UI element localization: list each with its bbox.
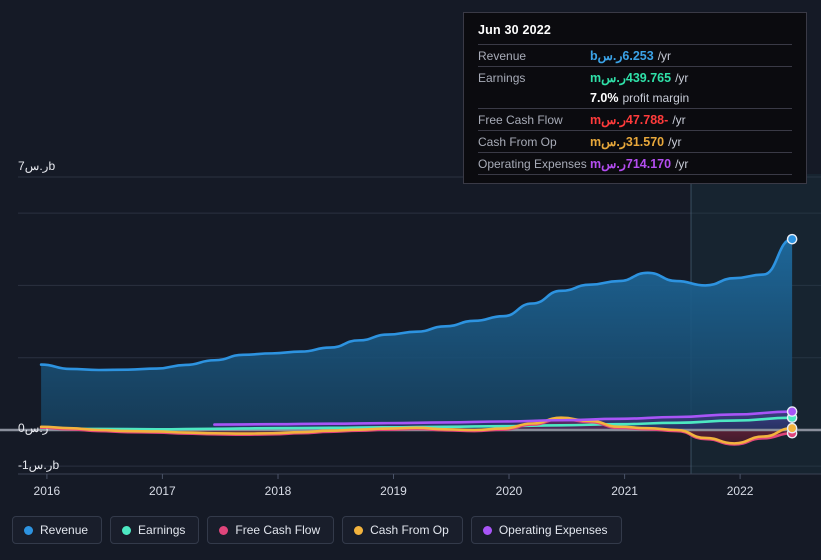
tooltip-bottom-divider (478, 174, 792, 177)
x-axis-label-2022: 2022 (726, 484, 754, 498)
legend-item-revenue[interactable]: Revenue (12, 516, 103, 544)
legend-item-operating-expenses[interactable]: Operating Expenses (470, 516, 622, 544)
tooltip-row: 7.0% profit margin (478, 88, 792, 108)
tooltip-row: Revenue 6.253ر.سb/yr (478, 44, 792, 66)
tooltip-row-value-group: 6.253ر.سb/yr (590, 48, 671, 63)
x-axis-label-2017: 2017 (149, 484, 176, 498)
x-axis-label-2020: 2020 (495, 484, 523, 498)
tooltip-row-value: 439.765ر.سm (590, 71, 672, 85)
y-axis-label-zero: 0ر.س (18, 421, 49, 435)
tooltip-row-value-group: 439.765ر.سm/yr (590, 70, 688, 85)
tooltip-row: Cash From Op 31.570ر.سm/yr (478, 130, 792, 152)
legend-color-dot (482, 525, 492, 535)
tooltip-row: Free Cash Flow -47.788ر.سm/yr (478, 108, 792, 130)
tooltip-row-unit: /yr (668, 135, 682, 149)
y-axis-label-bottom: -1ر.سb (18, 458, 60, 472)
legend-item-label: Revenue (40, 523, 89, 537)
y-axis-label-top: 7ر.سb (18, 159, 56, 173)
tooltip-row-value-group: 31.570ر.سm/yr (590, 134, 681, 149)
series-area-revenue (41, 239, 793, 430)
tooltip-row-value: -47.788ر.سm (590, 113, 669, 127)
tooltip-row-unit: /yr (657, 49, 672, 63)
tooltip-row-value-group: 714.170ر.سm/yr (590, 156, 688, 171)
chart-tooltip: Jun 30 2022 Revenue 6.253ر.سb/yr Earnings 4… (463, 12, 807, 184)
series-area-fills (41, 239, 793, 445)
x-axis-label-2018: 2018 (264, 484, 292, 498)
tooltip-row-label: Operating Expenses (478, 157, 587, 171)
tooltip-row-value: 7.0% (590, 91, 619, 105)
x-axis-ticks (46, 474, 741, 479)
plot-area (0, 174, 821, 474)
tooltip-row-unit: /yr (675, 71, 689, 85)
end-marker-cash-from-op (786, 422, 798, 434)
legend-color-dot (24, 525, 33, 535)
tooltip-row-value: 31.570ر.سm (590, 135, 665, 149)
legend-item-label: Earnings (138, 523, 186, 537)
end-marker-operating-expenses (786, 406, 798, 417)
tooltip-rows: Revenue 6.253ر.سb/yr Earnings 439.765ر.سm/y… (478, 44, 792, 174)
legend-item-cash-from-op[interactable]: Cash From Op (342, 516, 463, 544)
tooltip-row-unit: profit margin (622, 91, 690, 105)
x-axis-label-2016: 2016 (33, 484, 61, 498)
legend-item-free-cash-flow[interactable]: Free Cash Flow (207, 516, 335, 544)
tooltip-row-label: Earnings (478, 71, 526, 85)
tooltip-row-label: Cash From Op (478, 135, 557, 149)
tooltip-row-label: Revenue (478, 49, 527, 63)
tooltip-row-value-group: 7.0% profit margin (590, 91, 689, 105)
tooltip-date: Jun 30 2022 (478, 23, 552, 37)
chart-legend[interactable]: Revenue Earnings Free Cash Flow Cash From O… (12, 516, 622, 544)
legend-item-earnings[interactable]: Earnings (110, 516, 200, 544)
tooltip-row-label: Free Cash Flow (478, 113, 563, 127)
legend-color-dot (219, 525, 229, 535)
legend-item-label: Cash From Op (370, 523, 449, 537)
legend-color-dot (354, 525, 364, 535)
tooltip-row: Earnings 439.765ر.سm/yr (478, 66, 792, 88)
x-axis-label-2019: 2019 (380, 484, 407, 498)
tooltip-row-value-group: -47.788ر.سm/yr (590, 112, 686, 127)
legend-color-dot (122, 525, 132, 535)
tooltip-row: Operating Expenses 714.170ر.سm/yr (478, 152, 792, 174)
x-axis-label-2021: 2021 (611, 484, 638, 498)
end-marker-revenue (786, 233, 798, 245)
legend-item-label: Free Cash Flow (235, 523, 321, 537)
tooltip-row-value: 6.253ر.سb (590, 49, 654, 63)
tooltip-row-unit: /yr (672, 113, 686, 127)
tooltip-row-unit: /yr (675, 157, 689, 171)
tooltip-row-value: 714.170ر.سm (590, 157, 672, 171)
legend-item-label: Operating Expenses (498, 523, 608, 537)
financial-chart-page: 7ر.سb 0ر.س -1ر.سb 2016 2017 2018 2019 2020 20… (0, 0, 821, 560)
